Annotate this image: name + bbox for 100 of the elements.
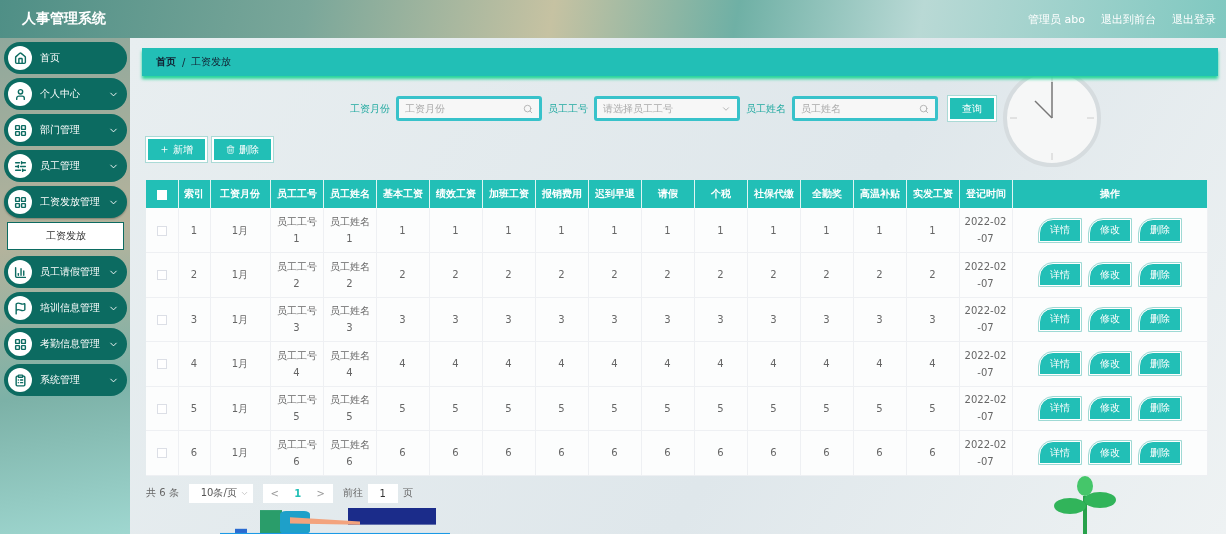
grid-icon (8, 190, 32, 214)
page-number[interactable]: 1 (294, 487, 302, 499)
table-cell: 1 (747, 208, 800, 253)
table-cell: 员工姓名5 (323, 386, 376, 431)
grid-icon (8, 118, 32, 142)
action-button[interactable]: 详情 (1038, 263, 1081, 287)
table-cell: 2 (535, 252, 588, 297)
search-icon (523, 103, 533, 114)
table-cell: 1 (535, 208, 588, 253)
table-cell: 1月 (210, 341, 270, 386)
action-button[interactable]: 详情 (1038, 307, 1081, 331)
row-checkbox[interactable] (156, 403, 167, 414)
page-size-select[interactable]: 10条/页 (188, 483, 253, 503)
table-cell: 2 (178, 252, 210, 297)
add-button[interactable]: 新增 (146, 137, 207, 162)
prev-page-button[interactable]: < (270, 487, 279, 499)
table-cell: 2 (800, 252, 853, 297)
search-field[interactable]: 工资月份 (396, 96, 542, 121)
action-button[interactable]: 删除 (1138, 441, 1181, 465)
total-count: 共 6 条 (146, 486, 179, 500)
sidebar-item[interactable]: 系统管理 (4, 364, 127, 396)
table-cell: 5 (376, 386, 429, 431)
select-field[interactable]: 请选择员工工号 (594, 96, 740, 121)
column-header: 绩效工资 (429, 180, 482, 208)
table-cell: 1月 (210, 297, 270, 342)
action-button[interactable]: 详情 (1038, 396, 1081, 420)
row-checkbox[interactable] (156, 314, 167, 325)
sidebar-item[interactable]: 员工管理 (4, 150, 127, 182)
table-cell: 1 (853, 208, 906, 253)
action-button[interactable]: 删除 (1138, 263, 1181, 287)
table-cell: 员工工号6 (270, 430, 323, 475)
sidebar-item[interactable]: 员工请假管理 (4, 256, 127, 288)
search-field[interactable]: 员工姓名 (792, 96, 938, 121)
flag-icon (8, 296, 32, 320)
row-checkbox[interactable] (156, 448, 167, 459)
action-button[interactable]: 详情 (1038, 218, 1081, 242)
submenu-item[interactable]: 工资发放 (7, 222, 124, 250)
table-cell: 4 (178, 341, 210, 386)
table-cell: 6 (800, 430, 853, 475)
table-cell: 员工工号5 (270, 386, 323, 431)
user-link[interactable]: 管理员 abo (1028, 11, 1085, 27)
clipboard-icon (8, 368, 32, 392)
app-title: 人事管理系统 (22, 10, 106, 28)
action-button[interactable]: 详情 (1038, 441, 1081, 465)
action-button[interactable]: 删除 (1138, 396, 1181, 420)
table-cell: 3 (535, 297, 588, 342)
column-header: 登记时间 (959, 180, 1012, 208)
table-cell: 员工工号3 (270, 297, 323, 342)
column-header: 员工姓名 (323, 180, 376, 208)
sidebar-item[interactable]: 部门管理 (4, 114, 127, 146)
action-button[interactable]: 修改 (1088, 352, 1131, 376)
table-cell: 4 (482, 341, 535, 386)
table-cell: 3 (588, 297, 641, 342)
user-icon (8, 82, 32, 106)
sidebar-item[interactable]: 个人中心 (4, 78, 127, 110)
table-cell: 员工工号4 (270, 341, 323, 386)
select-all-checkbox[interactable] (156, 189, 167, 200)
table-cell: 3 (178, 297, 210, 342)
field-label: 工资月份 (350, 101, 390, 116)
sidebar-item[interactable]: 培训信息管理 (4, 292, 127, 324)
breadcrumb-item[interactable]: 首页 (156, 55, 176, 69)
action-button[interactable]: 修改 (1088, 218, 1131, 242)
header-link[interactable]: 退出到前台 (1101, 11, 1156, 27)
table-cell: 5 (747, 386, 800, 431)
table-cell: 3 (906, 297, 959, 342)
breadcrumb-item[interactable]: 工资发放 (191, 55, 232, 69)
action-button[interactable]: 详情 (1038, 352, 1081, 376)
next-page-button[interactable]: > (316, 487, 325, 499)
page-input[interactable]: 1 (367, 483, 398, 503)
sliders-icon (8, 154, 32, 178)
action-button[interactable]: 修改 (1088, 263, 1131, 287)
action-button[interactable]: 修改 (1088, 441, 1131, 465)
row-checkbox[interactable] (156, 225, 167, 236)
row-checkbox[interactable] (156, 359, 167, 370)
sidebar-item[interactable]: 工资发放管理 (4, 186, 127, 218)
action-button[interactable]: 删除 (1138, 307, 1181, 331)
table-cell: 5 (906, 386, 959, 431)
table-cell: 2 (747, 252, 800, 297)
table-cell: 2022-02-07 (959, 208, 1012, 253)
delete-button[interactable]: 删除 (212, 137, 273, 162)
search-button[interactable]: 查询 (948, 96, 996, 121)
action-button[interactable]: 修改 (1088, 307, 1131, 331)
table-cell: 3 (482, 297, 535, 342)
table-cell: 3 (694, 297, 747, 342)
sidebar-item[interactable]: 考勤信息管理 (4, 328, 127, 360)
sidebar-item[interactable]: 首页 (4, 42, 127, 74)
table-cell: 6 (906, 430, 959, 475)
table-cell: 2022-02-07 (959, 386, 1012, 431)
table-cell: 5 (694, 386, 747, 431)
table-cell: 员工姓名2 (323, 252, 376, 297)
column-header: 加班工资 (482, 180, 535, 208)
table-cell: 2 (429, 252, 482, 297)
table-cell: 6 (641, 430, 694, 475)
action-button[interactable]: 修改 (1088, 396, 1131, 420)
column-header: 索引 (178, 180, 210, 208)
action-button[interactable]: 删除 (1138, 352, 1181, 376)
action-button[interactable]: 删除 (1138, 218, 1181, 242)
row-checkbox[interactable] (156, 270, 167, 281)
column-header: 基本工资 (376, 180, 429, 208)
header-link[interactable]: 退出登录 (1172, 11, 1216, 27)
